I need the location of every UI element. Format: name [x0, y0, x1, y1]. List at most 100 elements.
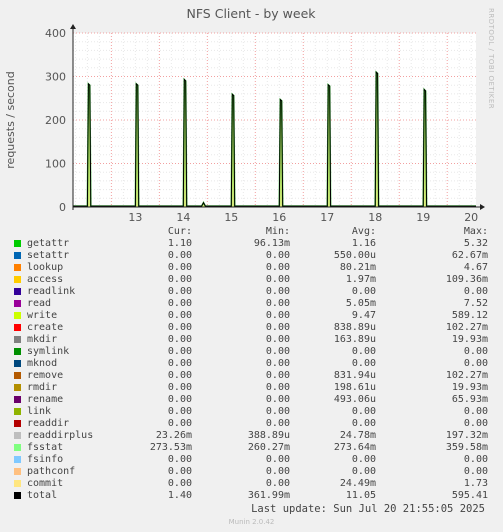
legend-max: 19.93m: [451, 382, 488, 393]
legend-min: 0.00: [265, 298, 290, 309]
legend-cur: 0.00: [167, 370, 192, 381]
legend-header-min: Min:: [265, 226, 290, 237]
y-axis-label: requests / second: [4, 71, 17, 168]
legend-name: readlink: [27, 286, 76, 297]
legend-swatch: [14, 324, 21, 331]
y-tick-label: 200: [45, 114, 66, 127]
legend-header-row: Cur: Min: Avg: Max:: [12, 226, 492, 238]
legend-cur: 0.00: [167, 274, 192, 285]
legend-rows: getattr 1.10 96.13m 1.16 5.32 setattr 0.00 0.00…: [12, 238, 492, 502]
legend-swatch: [14, 372, 21, 379]
legend-max: 109.36m: [445, 274, 488, 285]
legend-name: access: [27, 274, 64, 285]
legend-avg: 24.78m: [339, 430, 376, 441]
legend-avg: 9.47: [351, 310, 376, 321]
legend-name: readdir: [27, 418, 70, 429]
legend-swatch: [14, 264, 21, 271]
legend-swatch: [14, 336, 21, 343]
legend-avg: 163.89u: [333, 334, 376, 345]
legend-cur: 0.00: [167, 250, 192, 261]
x-tick-label: 17: [320, 211, 334, 224]
legend-swatch: [14, 252, 21, 259]
legend-swatch: [14, 492, 21, 499]
legend-max: 5.32: [463, 238, 488, 249]
x-axis-arrow: [480, 204, 485, 210]
legend-avg: 0.00: [351, 286, 376, 297]
legend-min: 0.00: [265, 346, 290, 357]
legend-swatch: [14, 360, 21, 367]
legend-min: 0.00: [265, 334, 290, 345]
legend-name: fsinfo: [27, 454, 64, 465]
y-axis-arrow: [70, 24, 76, 29]
y-tick-label: 400: [45, 27, 66, 40]
legend-avg: 838.89u: [333, 322, 376, 333]
legend-name: link: [27, 406, 52, 417]
munin-footer: Munin 2.0.42: [228, 518, 275, 526]
legend-min: 0.00: [265, 322, 290, 333]
legend-avg: 0.00: [351, 358, 376, 369]
legend-swatch: [14, 276, 21, 283]
legend-avg: 550.00u: [333, 250, 376, 261]
legend-cur: 0.00: [167, 298, 192, 309]
legend-row-access: access 0.00 0.00 1.97m 109.36m: [12, 274, 492, 286]
legend-max: 0.00: [463, 358, 488, 369]
legend-swatch: [14, 480, 21, 487]
x-tick-label: 18: [368, 211, 382, 224]
legend-swatch: [14, 396, 21, 403]
legend-cur: 1.40: [167, 490, 192, 501]
legend-min: 0.00: [265, 478, 290, 489]
legend-max: 19.93m: [451, 334, 488, 345]
y-tick-label: 0: [59, 201, 66, 214]
legend-header-cur: Cur:: [167, 226, 192, 237]
legend-avg: 0.00: [351, 454, 376, 465]
legend-max: 0.00: [463, 454, 488, 465]
legend-cur: 0.00: [167, 286, 192, 297]
legend-max: 197.32m: [445, 430, 488, 441]
legend-max: 102.27m: [445, 370, 488, 381]
legend-max: 65.93m: [451, 394, 488, 405]
legend-name: write: [27, 310, 58, 321]
legend-header-avg: Avg:: [351, 226, 376, 237]
legend-swatch: [14, 312, 21, 319]
legend-cur: 273.53m: [149, 442, 192, 453]
legend-max: 0.00: [463, 346, 488, 357]
legend-row-read: read 0.00 0.00 5.05m 7.52: [12, 298, 492, 310]
legend-name: read: [27, 298, 52, 309]
legend-cur: 0.00: [167, 346, 192, 357]
legend-row-mknod: mknod 0.00 0.00 0.00 0.00: [12, 358, 492, 370]
legend-min: 0.00: [265, 394, 290, 405]
legend-swatch: [14, 384, 21, 391]
legend-min: 0.00: [265, 418, 290, 429]
legend-min: 0.00: [265, 310, 290, 321]
legend-name: fsstat: [27, 442, 64, 453]
legend-min: 0.00: [265, 382, 290, 393]
legend-max: 0.00: [463, 418, 488, 429]
legend-row-create: create 0.00 0.00 838.89u 102.27m: [12, 322, 492, 334]
legend-avg: 80.21m: [339, 262, 376, 273]
legend-name: remove: [27, 370, 64, 381]
legend-name: lookup: [27, 262, 64, 273]
chart-svg: NFS Client - by week 0 100 200 300 400 13 14 15…: [4, 6, 485, 224]
grid-lines: [73, 32, 476, 207]
legend-avg: 831.94u: [333, 370, 376, 381]
legend-min: 0.00: [265, 262, 290, 273]
legend-cur: 0.00: [167, 310, 192, 321]
x-tick-label: 16: [272, 211, 286, 224]
legend-name: mkdir: [27, 334, 58, 345]
chart-title: NFS Client - by week: [186, 6, 316, 21]
legend-row-total: total 1.40 361.99m 11.05 595.41: [12, 490, 492, 502]
legend-cur: 0.00: [167, 382, 192, 393]
legend-cur: 0.00: [167, 418, 192, 429]
legend-min: 96.13m: [253, 238, 290, 249]
legend-max: 62.67m: [451, 250, 488, 261]
legend-min: 388.89u: [247, 430, 290, 441]
legend-cur: 0.00: [167, 478, 192, 489]
legend-avg: 11.05: [345, 490, 376, 501]
legend-avg: 24.49m: [339, 478, 376, 489]
legend-cur: 1.10: [167, 238, 192, 249]
legend-max: 0.00: [463, 286, 488, 297]
legend-max: 359.58m: [445, 442, 488, 453]
legend-name: pathconf: [27, 466, 76, 477]
legend-avg: 0.00: [351, 418, 376, 429]
legend-name: setattr: [27, 250, 70, 261]
